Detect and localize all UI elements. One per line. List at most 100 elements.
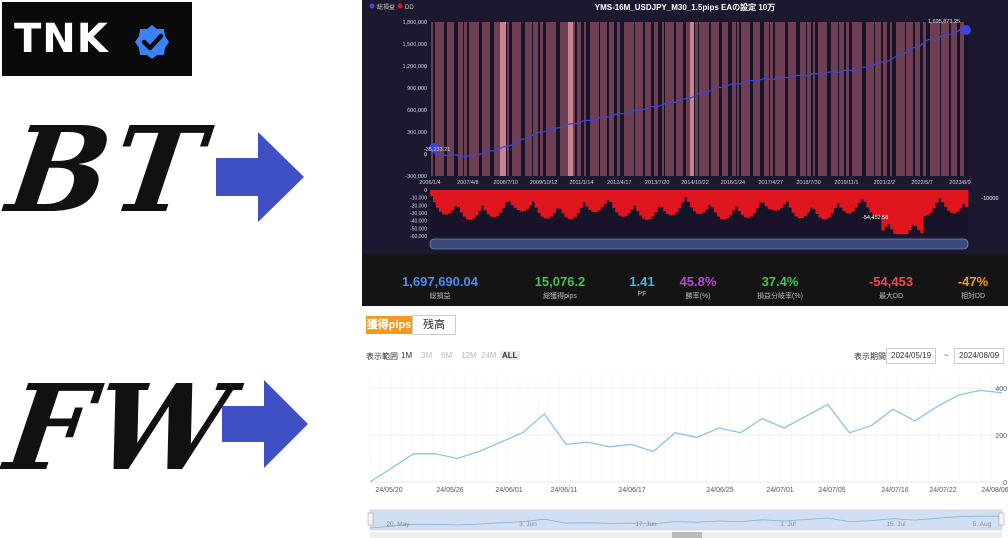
dd-bar	[660, 190, 664, 208]
logo: TNK	[2, 2, 192, 76]
range-label: 表示範囲	[366, 352, 398, 361]
fw-xtick: 24/06/17	[618, 487, 645, 494]
nav-tick: 17. Jun	[635, 521, 657, 528]
bt-xtick: 2018/7/30	[796, 180, 820, 186]
equity-end-label: 1,695,873.25	[928, 19, 960, 25]
dd-bar	[713, 190, 718, 213]
dd-bar	[809, 190, 813, 208]
dd-bar	[878, 190, 882, 216]
nav-tick: 20. May	[386, 521, 410, 528]
period-gap	[719, 22, 722, 176]
dd-bar	[803, 190, 807, 216]
dd-bar	[504, 190, 509, 203]
period-gap	[614, 22, 617, 176]
dd-ytick: -40,000	[410, 219, 427, 225]
period-gap	[811, 22, 813, 176]
dd-bar	[728, 190, 733, 216]
period-gap	[750, 22, 753, 176]
tab-balance[interactable]: 残高	[412, 315, 456, 335]
dd-bar	[489, 190, 494, 217]
range-24m[interactable]: 24M	[481, 351, 497, 360]
dd-bar	[543, 190, 547, 219]
dd-bar	[953, 190, 957, 214]
period-gap	[862, 22, 866, 176]
dd-bar	[896, 190, 900, 234]
bt-xtick: 2017/4/27	[758, 180, 782, 186]
dd-bar	[681, 190, 685, 203]
fw-xtick: 24/06/01	[495, 487, 522, 494]
period-gap	[844, 22, 846, 176]
dd-bar	[881, 190, 885, 231]
bt-xtick: 2009/10/12	[530, 180, 558, 186]
range-12m[interactable]: 12M	[461, 351, 477, 360]
dd-bar	[447, 190, 452, 214]
dd-bar	[890, 190, 894, 230]
dd-bar	[597, 190, 601, 211]
dd-bar	[758, 190, 763, 203]
period-gap	[905, 22, 906, 176]
range-3m[interactable]: 3M	[421, 351, 432, 360]
dd-bar	[516, 190, 521, 210]
dd-bar	[797, 190, 802, 219]
dd-bar	[761, 190, 766, 203]
dd-bar	[573, 190, 577, 217]
dd-bar	[474, 190, 479, 216]
dd-bar	[492, 190, 497, 218]
dd-bar	[618, 190, 622, 216]
date-separator: ~	[944, 351, 949, 360]
date-to-input[interactable]: 2024/08/09	[954, 348, 1005, 364]
period-gap	[538, 22, 540, 176]
bt-xtick: 2013/7/20	[645, 180, 669, 186]
bt-ytick: 1,800,000	[403, 20, 427, 26]
dd-bar	[480, 190, 485, 206]
range-all[interactable]: ALL	[500, 351, 520, 360]
dd-bar	[779, 190, 784, 208]
nav-handle-right[interactable]	[998, 512, 1005, 526]
dd-bar	[570, 190, 574, 219]
stat-relative-dd: -47% 相対DD	[957, 274, 989, 300]
range-6m[interactable]: 6M	[441, 351, 452, 360]
period-gap	[543, 22, 546, 176]
bt-navigator[interactable]	[429, 238, 969, 250]
period-gap	[940, 22, 941, 176]
range-1m[interactable]: 1M	[401, 351, 412, 360]
bt-xtick: 2007/4/8	[457, 180, 478, 186]
dd-bar	[606, 190, 610, 201]
dd-bar	[696, 190, 700, 214]
dd-bar	[648, 190, 652, 220]
period-gap	[728, 22, 732, 176]
dd-bar	[510, 190, 515, 206]
dd-bar	[752, 190, 757, 214]
dd-bar	[582, 190, 586, 203]
period-gap	[479, 22, 482, 176]
dd-bar	[767, 190, 772, 209]
dd-bar	[857, 190, 861, 203]
dd-bar	[791, 190, 796, 213]
dd-bar	[869, 190, 873, 213]
fw-xtick: 24/07/16	[881, 487, 908, 494]
dd-bar	[507, 190, 512, 202]
dd-bar	[746, 190, 751, 218]
period-gap	[556, 22, 560, 176]
dd-bar	[609, 190, 613, 203]
backtest-chart: YMS-16M_USDJPY_M30_1.5pips EAの設定 10万 総損益…	[362, 0, 1008, 254]
nav-handle-left[interactable]	[367, 512, 374, 526]
bt-title: YMS-16M_USDJPY_M30_1.5pips EAの設定 10万	[595, 2, 776, 12]
dd-bar	[430, 190, 434, 196]
dd-bar	[755, 190, 760, 209]
dd-bar	[950, 190, 954, 213]
period-gap	[957, 22, 960, 176]
bt-xtick: 2011/1/14	[569, 180, 593, 186]
date-from-input[interactable]: 2024/05/19	[886, 348, 937, 364]
period-gap	[796, 22, 800, 176]
tab-pips[interactable]: 獲得pips	[366, 316, 412, 334]
bt-xtick: 2006/1/4	[419, 180, 440, 186]
dd-bar	[785, 190, 790, 202]
dd-bar	[965, 190, 969, 208]
dd-bar	[432, 190, 437, 203]
dd-bar	[471, 190, 476, 219]
fw-xtick: 24/06/11	[551, 487, 578, 494]
period-gap	[664, 22, 665, 176]
dd-bar	[944, 190, 948, 207]
dd-min-label: -54,452.58	[862, 215, 888, 221]
